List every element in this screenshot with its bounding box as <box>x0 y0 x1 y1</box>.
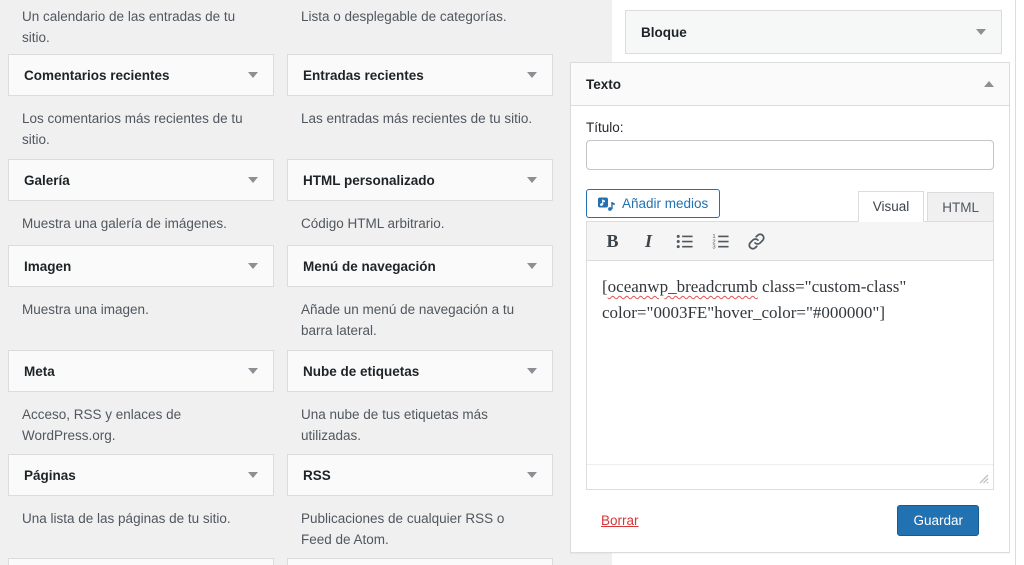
widget-html-personalizado[interactable]: HTML personalizado <box>287 159 553 201</box>
link-button[interactable] <box>740 227 773 256</box>
widget-description: Muestra una imagen. <box>8 299 256 320</box>
widget-title: Páginas <box>24 468 76 483</box>
shortcode-text: [oceanwp_breadcrumb class="custom-class"… <box>602 277 906 322</box>
widget-cell: HTML personalizado Código HTML arbitrari… <box>287 159 553 245</box>
widget-description: Código HTML arbitrario. <box>287 213 535 234</box>
numbered-list-button[interactable]: 1 2 3 <box>704 227 737 256</box>
svg-text:3: 3 <box>712 244 716 250</box>
widget-cell: Comentarios recientes Los comentarios má… <box>8 54 274 159</box>
media-icon <box>598 196 615 212</box>
chevron-down-icon[interactable] <box>248 263 258 269</box>
widget-entradas-recientes[interactable]: Entradas recientes <box>287 54 553 96</box>
widget-imagen[interactable]: Imagen <box>8 245 274 287</box>
widget-partial[interactable] <box>8 558 274 565</box>
widget-description: Las entradas más recientes de tu sitio. <box>287 108 535 129</box>
tab-html[interactable]: HTML <box>927 192 994 222</box>
widget-partial[interactable] <box>287 558 553 565</box>
chevron-up-icon[interactable] <box>984 81 994 87</box>
media-row: Añadir medios Visual HTML <box>586 187 994 221</box>
editor-statusbar <box>587 464 993 489</box>
widget-cell: RSS Publicaciones de cualquier RSS o Fee… <box>287 454 553 558</box>
italic-icon: I <box>645 231 652 252</box>
widget-title: Imagen <box>24 259 71 274</box>
numbered-list-icon: 1 2 3 <box>711 232 730 251</box>
bold-icon: B <box>606 231 618 252</box>
widget-cell <box>287 558 553 565</box>
widget-title: Entradas recientes <box>303 68 424 83</box>
widget-cell: Imagen Muestra una imagen. <box>8 245 274 350</box>
widget-nube-etiquetas[interactable]: Nube de etiquetas <box>287 350 553 392</box>
text-editor: B I 1 <box>586 221 994 490</box>
widget-cell <box>8 558 274 565</box>
editor-tabs: Visual HTML <box>855 191 994 221</box>
available-widgets-area: Un calendario de las entradas de tu siti… <box>0 0 568 565</box>
widget-description: Muestra una galería de imágenes. <box>8 213 256 234</box>
widget-description: Publicaciones de cualquier RSS o Feed de… <box>287 508 535 550</box>
chevron-down-icon[interactable] <box>248 472 258 478</box>
chevron-down-icon[interactable] <box>976 29 986 35</box>
shortcode-name: oceanwp_breadcrumb <box>608 277 758 296</box>
widget-title: Galería <box>24 173 70 188</box>
widget-title: Nube de etiquetas <box>303 364 419 379</box>
texto-widget-panel: Texto Título: Añadir medios <box>570 62 1010 553</box>
widget-description: Un calendario de las entradas de tu siti… <box>8 6 256 48</box>
widget-description: Acceso, RSS y enlaces de WordPress.org. <box>8 404 256 446</box>
delete-widget-link[interactable]: Borrar <box>601 513 639 528</box>
widget-bloque[interactable]: Bloque <box>625 10 1002 54</box>
texto-widget-footer: Borrar Guardar <box>586 490 994 536</box>
chevron-down-icon[interactable] <box>527 263 537 269</box>
italic-button[interactable]: I <box>632 227 665 256</box>
editor-toolbar: B I 1 <box>587 222 993 261</box>
widget-cell: Nube de etiquetas Una nube de tus etique… <box>287 350 553 454</box>
widget-menu-navegacion[interactable]: Menú de navegación <box>287 245 553 287</box>
widget-galeria[interactable]: Galería <box>8 159 274 201</box>
chevron-down-icon[interactable] <box>527 472 537 478</box>
widget-cell: Páginas Una lista de las páginas de tu s… <box>8 454 274 558</box>
chevron-down-icon[interactable] <box>248 72 258 78</box>
chevron-down-icon[interactable] <box>248 177 258 183</box>
chevron-down-icon[interactable] <box>527 177 537 183</box>
chevron-down-icon[interactable] <box>527 72 537 78</box>
widget-comentarios-recientes[interactable]: Comentarios recientes <box>8 54 274 96</box>
widget-title: Texto <box>586 77 621 92</box>
add-media-button[interactable]: Añadir medios <box>586 189 720 218</box>
widget-description: Una lista de las páginas de tu sitio. <box>8 508 256 529</box>
widget-description: Una nube de tus etiquetas más utilizadas… <box>287 404 535 446</box>
widget-description: Añade un menú de navegación a tu barra l… <box>287 299 535 341</box>
widget-cell: Menú de navegación Añade un menú de nave… <box>287 245 553 350</box>
texto-widget-body: Título: Añadir medios <box>571 106 1009 536</box>
widget-cell: Meta Acceso, RSS y enlaces de WordPress.… <box>8 350 274 454</box>
widget-title: Menú de navegación <box>303 259 436 274</box>
widget-title: Bloque <box>641 25 687 40</box>
titulo-label: Título: <box>586 120 994 135</box>
resize-grip-icon[interactable] <box>976 471 989 484</box>
chevron-down-icon[interactable] <box>248 368 258 374</box>
bullet-list-icon <box>675 232 694 251</box>
link-icon <box>747 232 766 251</box>
widget-description: Lista o desplegable de categorías. <box>287 6 535 27</box>
widget-title: Comentarios recientes <box>24 68 170 83</box>
widget-title: Meta <box>24 364 55 379</box>
chevron-down-icon[interactable] <box>527 368 537 374</box>
widget-cell: Lista o desplegable de categorías. <box>287 0 553 54</box>
titulo-input[interactable] <box>586 140 994 170</box>
widget-rss[interactable]: RSS <box>287 454 553 496</box>
texto-widget-header[interactable]: Texto <box>571 63 1009 106</box>
widget-title: HTML personalizado <box>303 173 435 188</box>
widget-cell: Un calendario de las entradas de tu siti… <box>8 0 274 54</box>
add-media-label: Añadir medios <box>622 196 708 211</box>
widget-cell: Galería Muestra una galería de imágenes. <box>8 159 274 245</box>
save-button[interactable]: Guardar <box>897 505 979 536</box>
tab-visual[interactable]: Visual <box>858 191 925 222</box>
editor-content-area[interactable]: [oceanwp_breadcrumb class="custom-class"… <box>587 261 993 464</box>
bold-button[interactable]: B <box>596 227 629 256</box>
bullet-list-button[interactable] <box>668 227 701 256</box>
widget-title: RSS <box>303 468 331 483</box>
widget-paginas[interactable]: Páginas <box>8 454 274 496</box>
widget-cell: Entradas recientes Las entradas más reci… <box>287 54 553 159</box>
widget-description: Los comentarios más recientes de tu siti… <box>8 108 256 150</box>
widget-meta[interactable]: Meta <box>8 350 274 392</box>
